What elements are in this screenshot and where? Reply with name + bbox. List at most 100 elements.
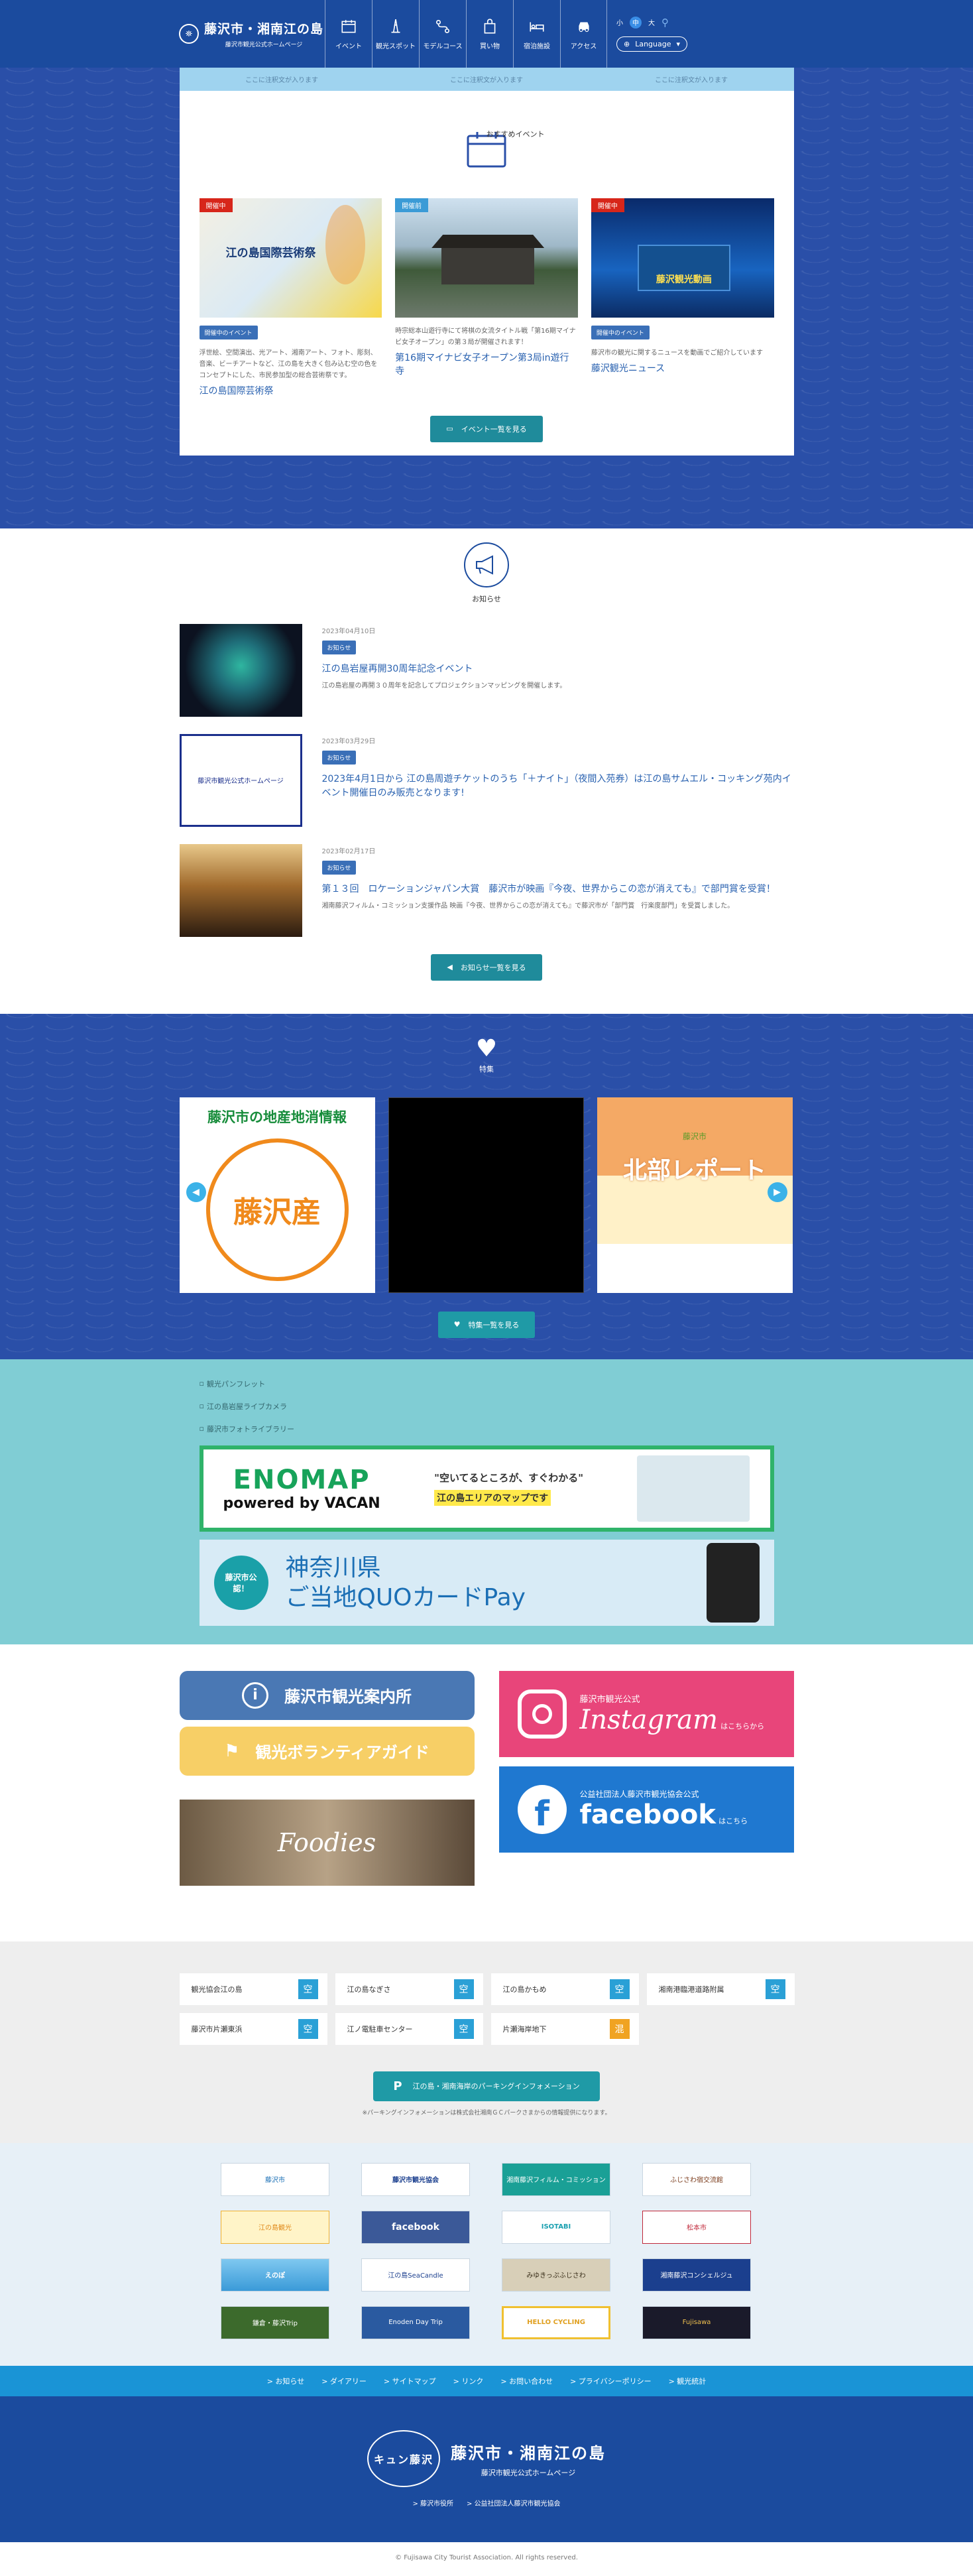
news-list-button[interactable]: ◀ お知らせ一覧を見る <box>431 953 542 981</box>
foodies-banner[interactable]: Foodies <box>179 1799 475 1886</box>
news-section: お知らせ 2023年04月10日 お知らせ 江の島岩屋再開30周年記念イベント … <box>0 528 973 1014</box>
nav-events[interactable]: イベント <box>325 0 372 68</box>
event-title[interactable]: 藤沢観光ニュース <box>591 363 774 376</box>
nav-label: 買い物 <box>480 42 500 50</box>
banner-alt-text: 江の島岩屋ライブカメラ <box>206 1402 287 1411</box>
event-desc: 時宗総本山遊行寺にて将棋の女流タイトル戦「第16期マイナビ女子オープン」の第３局… <box>395 328 576 346</box>
instagram-icon <box>517 1689 567 1739</box>
carousel-next-button[interactable]: ▶ <box>767 1182 787 1202</box>
feature-card[interactable]: 藤沢市の地産地消情報 藤沢産 <box>179 1097 375 1293</box>
site-logo[interactable]: ⛯ 藤沢市・湘南江の島 藤沢市観光公式ホームページ <box>179 0 325 68</box>
pamphlet-banner[interactable]: ▫ 観光パンフレット <box>200 1373 774 1395</box>
partner-logo[interactable]: 湘南藤沢コンシェルジュ <box>642 2258 751 2292</box>
vacancy-badge: 空 <box>765 1979 785 1999</box>
search-icon[interactable]: ⚲ <box>661 17 669 29</box>
font-size-large[interactable]: 大 <box>648 17 655 27</box>
partner-logo[interactable]: 藤沢市 <box>221 2162 329 2196</box>
parking-status-section: 観光協会江の島空 江の島なぎさ空 江の島かもめ空 湘南港臨港道路附属空 藤沢市片… <box>0 1941 973 2143</box>
news-tag: お知らせ <box>321 640 357 654</box>
footer-link-city-hall[interactable]: > 藤沢市役所 <box>412 2498 453 2508</box>
nav-label: モデルコース <box>423 42 463 50</box>
quo-badge: 藤沢市公認！ <box>213 1555 268 1610</box>
events-list-button[interactable]: ▭ イベント一覧を見る <box>430 415 543 442</box>
feature-card[interactable]: 藤沢市 北部レポート <box>597 1097 793 1293</box>
footer-link-contact[interactable]: > お問い合わせ <box>500 2376 553 2386</box>
news-item[interactable]: 藤沢市観光公式ホームページ 2023年03月29日 お知らせ 2023年4月1日… <box>179 733 794 827</box>
event-title[interactable]: 江の島国際芸術祭 <box>200 385 382 399</box>
event-title[interactable]: 第16期マイナビ女子オープン第3局in遊行寺 <box>395 352 578 378</box>
partner-logo[interactable]: 江の島SeaCandle <box>361 2258 470 2292</box>
vacancy-badge: 空 <box>609 1979 630 1999</box>
instagram-banner[interactable]: 藤沢市観光公式 Instagram はこちらから <box>498 1670 794 1757</box>
events-box: おすすめイベント 開催中 江の島国際芸術祭 開催中のイベント 浮世絵、空間演出、… <box>179 91 794 456</box>
parking-info-button[interactable]: P 江の島・湘南海岸のパーキングインフォメーション <box>373 2071 600 2101</box>
footer-link-sitemap[interactable]: > サイトマップ <box>384 2376 436 2386</box>
quo-card-banner[interactable]: 藤沢市公認！ 神奈川県 ご当地QUOカードPay <box>199 1539 774 1626</box>
parking-status-item[interactable]: 観光協会江の島 空 <box>179 1973 327 2005</box>
live-camera-banner[interactable]: ▫ 江の島岩屋ライブカメラ <box>200 1395 774 1418</box>
footer-link-tourist-association[interactable]: > 公益社団法人藤沢市観光協会 <box>467 2498 561 2508</box>
partner-logo[interactable]: ふじさわ宿交流館 <box>642 2162 751 2196</box>
global-nav: イベント 観光スポット モデルコース 買い物 宿泊施設 アクセス <box>325 0 607 68</box>
facebook-banner[interactable]: f 公益社団法人藤沢市観光協会公式 facebook はこちら <box>498 1766 794 1853</box>
nav-model-course[interactable]: モデルコース <box>419 0 466 68</box>
parking-status-item[interactable]: 江の島かもめ 空 <box>490 1973 639 2005</box>
event-card[interactable]: 開催中 江の島国際芸術祭 開催中のイベント 浮世絵、空間演出、光アート、湘南アー… <box>199 198 382 399</box>
nav-shopping[interactable]: 買い物 <box>466 0 513 68</box>
parking-status-item[interactable]: 藤沢市片瀬東浜 空 <box>179 2012 327 2045</box>
partner-logo[interactable]: Enoden Day Trip <box>361 2305 470 2339</box>
carousel-prev-button[interactable]: ◀ <box>186 1182 206 1202</box>
partner-logo[interactable]: 松本市 <box>642 2210 751 2244</box>
event-card[interactable]: 開催前 時宗総本山遊行寺にて将棋の女流タイトル戦「第16期マイナビ女子オープン」… <box>395 198 578 399</box>
font-size-medium[interactable]: 中 <box>630 16 642 29</box>
footer-link-diary[interactable]: > ダイアリー <box>321 2376 367 2386</box>
enomap-copy: "空いてるところが、すぐわかる" <box>434 1472 584 1485</box>
news-item[interactable]: 2023年02月17日 お知らせ 第１３回 ロケーションジャパン大賞 藤沢市が映… <box>179 843 794 937</box>
nav-label: アクセス <box>570 42 597 50</box>
font-size-small[interactable]: 小 <box>616 17 623 27</box>
broken-image-icon: ▫ <box>199 1424 204 1434</box>
parking-status-item[interactable]: 片瀬海岸地下 混 <box>490 2012 639 2045</box>
news-date: 2023年03月29日 <box>321 737 376 745</box>
feature-card[interactable] <box>388 1097 584 1293</box>
news-item[interactable]: 2023年04月10日 お知らせ 江の島岩屋再開30周年記念イベント 江の島岩屋… <box>179 623 794 717</box>
language-select[interactable]: ⊕ Language ▾ <box>616 36 688 52</box>
footer-link-statistics[interactable]: > 観光統計 <box>669 2376 707 2386</box>
features-list-button[interactable]: ♥ 特集一覧を見る <box>437 1311 536 1338</box>
nav-spots[interactable]: 観光スポット <box>372 0 419 68</box>
news-title-link[interactable]: 第１３回 ロケーションジャパン大賞 藤沢市が映画『今夜、世界からこの恋が消えても… <box>322 883 775 896</box>
notice-ticker: ここに注釈文が入ります ここに注釈文が入ります ここに注釈文が入ります <box>179 68 794 91</box>
event-image: 開催中 江の島国際芸術祭 <box>199 198 382 318</box>
parking-status-item[interactable]: 江の島なぎさ 空 <box>335 1973 483 2005</box>
news-date: 2023年02月17日 <box>321 847 376 855</box>
footer-link-privacy[interactable]: > プライバシーポリシー <box>570 2376 652 2386</box>
parking-name: 観光協会江の島 <box>191 1985 243 1994</box>
parking-status-item[interactable]: 湘南港臨港道路附属 空 <box>646 1973 795 2005</box>
nav-hotels[interactable]: 宿泊施設 <box>513 0 560 68</box>
facebook-subtitle: 公益社団法人藤沢市観光協会公式 <box>579 1790 699 1800</box>
event-card[interactable]: 開催中 藤沢観光動画 開催中のイベント 藤沢市の観光に関するニュースを動画でご紹… <box>591 198 774 399</box>
photo-library-banner[interactable]: ▫ 藤沢市フォトライブラリー <box>200 1418 774 1440</box>
partner-logo[interactable]: Fujisawa <box>642 2305 751 2339</box>
parking-status-item[interactable]: 江ノ電駐車センター 空 <box>335 2012 483 2045</box>
partner-logo[interactable]: HELLO CYCLING <box>502 2305 610 2339</box>
partner-logo[interactable]: facebook <box>361 2210 470 2244</box>
partner-logo[interactable]: 江の島観光 <box>221 2210 329 2244</box>
partner-logo[interactable]: 藤沢市観光協会 <box>361 2162 470 2196</box>
footer-link-links[interactable]: > リンク <box>453 2376 484 2386</box>
partner-logo[interactable]: 湘南藤沢フィルム・コミッション <box>502 2162 610 2196</box>
enomap-banner[interactable]: ENOMAP powered by VACAN "空いてるところが、すぐわかる"… <box>199 1445 774 1532</box>
footer-link-news[interactable]: > お知らせ <box>267 2376 305 2386</box>
nav-access[interactable]: アクセス <box>560 0 607 68</box>
broken-image-icon: ▫ <box>199 1402 204 1411</box>
partner-logo[interactable]: えのぽ <box>221 2258 329 2292</box>
news-title-link[interactable]: 2023年4月1日から 江の島周遊チケットのうち「＋ナイト」（夜間入苑券）は江の… <box>322 772 794 800</box>
partner-logo[interactable]: ISOTABI <box>502 2210 610 2244</box>
volunteer-guide-button[interactable]: ⚑ 観光ボランティアガイド <box>179 1726 475 1776</box>
info-center-button[interactable]: i 藤沢市観光案内所 <box>179 1670 475 1720</box>
partner-logo[interactable]: 鎌倉・藤沢Trip <box>221 2305 329 2339</box>
news-title-link[interactable]: 江の島岩屋再開30周年記念イベント <box>322 662 567 676</box>
news-date: 2023年04月10日 <box>321 627 376 635</box>
facebook-more: はこちら <box>718 1817 748 1826</box>
partner-logo[interactable]: みゆきっぷふじさわ <box>502 2258 610 2292</box>
